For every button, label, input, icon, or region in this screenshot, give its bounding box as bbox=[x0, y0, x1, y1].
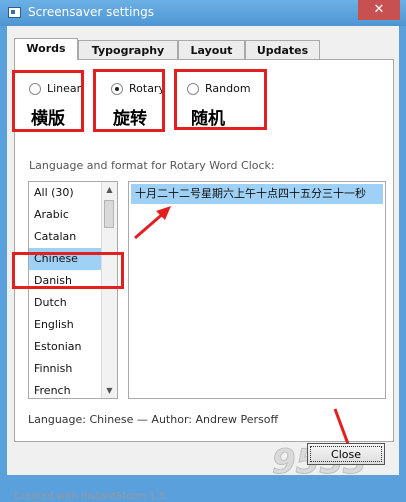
annotation-arrows bbox=[134, 206, 350, 443]
words-panel: Linear Rotary Random 横版 旋转 随机 Language a… bbox=[12, 59, 394, 443]
close-button[interactable]: Close bbox=[307, 443, 385, 465]
tab-words[interactable]: Words bbox=[14, 38, 78, 60]
created-with-text: Created with InstantStorm 1.5 bbox=[14, 491, 166, 502]
window-close-button[interactable]: ✕ bbox=[358, 0, 400, 20]
title-bar: Screensaver settings ✕ bbox=[0, 0, 406, 26]
app-icon bbox=[8, 7, 21, 18]
tab-layout[interactable]: Layout bbox=[178, 40, 245, 59]
arrow-to-preview bbox=[134, 210, 166, 240]
tab-typography[interactable]: Typography bbox=[78, 40, 178, 59]
window-title: Screensaver settings bbox=[28, 5, 154, 19]
dialog-client-area: Words Typography Layout Updates Linear R… bbox=[7, 26, 399, 502]
arrow-to-close bbox=[333, 408, 350, 443]
language-author-info: Language: Chinese — Author: Andrew Perso… bbox=[28, 413, 279, 426]
tab-updates[interactable]: Updates bbox=[245, 40, 320, 59]
